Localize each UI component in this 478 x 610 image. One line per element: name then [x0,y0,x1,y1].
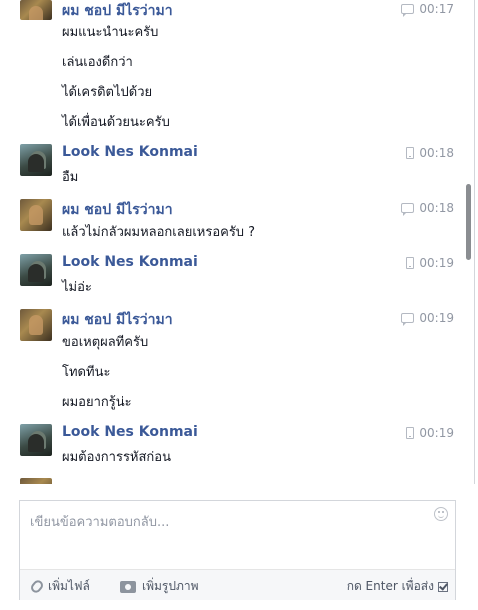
message-text: ผมอยากรู้น่ะ [62,395,132,410]
message-time: 00:18 [406,146,454,160]
sender-name[interactable]: Look Nes Konmai [62,424,198,440]
message-text: โทดทีนะ [62,365,111,380]
message-text: ผมต้องการรหัสก่อน [62,450,171,465]
press-enter-checkbox[interactable] [438,581,448,592]
avatar[interactable] [20,199,52,231]
camera-icon [120,580,136,593]
message-text: ขอเหตุผลทีครับ [62,335,149,350]
time-label: 00:19 [419,311,454,325]
message-time: 00:19 [406,256,454,270]
mobile-phone-icon [406,427,415,439]
reply-input[interactable]: เขียนข้อความตอบกลับ... [20,501,455,569]
message-text: ได้เครดิตไปด้วย [62,85,153,100]
message-time: 00:17 [401,2,454,17]
message-time: 00:19 [401,311,454,326]
avatar[interactable] [20,144,52,176]
sender-name[interactable]: ผม ชอป มีไรว่ามา [62,0,173,22]
chat-bubble-icon [401,313,415,326]
chat-bubble-icon [401,203,415,216]
add-photo-label: เพิ่มรูปภาพ [142,579,199,593]
message-text: ไม่อ่ะ [62,280,92,295]
avatar[interactable] [20,254,52,286]
message-text: อืม [62,170,79,185]
thread-scrollbar[interactable] [466,184,471,260]
chat-bubble-icon [401,4,415,17]
message-text: ผมแนะนำนะครับ [62,25,159,40]
time-label: 00:18 [419,146,454,160]
avatar[interactable] [20,478,52,484]
avatar[interactable] [20,309,52,341]
sender-name[interactable]: Look Nes Konmai [62,144,198,160]
add-photo-button[interactable]: เพิ่มรูปภาพ [120,577,199,596]
sender-name[interactable]: ผม ชอป มีไรว่ามา [62,199,173,221]
sender-name[interactable]: Look Nes Konmai [62,254,198,270]
mobile-phone-icon [406,257,415,269]
reply-placeholder: เขียนข้อความตอบกลับ... [30,515,170,530]
time-label: 00:17 [419,2,454,16]
mobile-phone-icon [406,147,415,159]
time-label: 00:19 [419,256,454,270]
composer-toolbar: เพิ่มไฟล์ เพิ่มรูปภาพ กด Enter เพื่อส่ง [20,569,455,600]
press-enter-label: กด Enter เพื่อส่ง [346,579,434,593]
smiley-icon[interactable] [434,507,448,521]
reply-composer: เขียนข้อความตอบกลับ... เพิ่มไฟล์ เพิ่มรู… [19,500,456,600]
message-text: เล่นเองดีกว่า [62,55,133,70]
message-time: 00:19 [406,426,454,440]
message-time: 00:18 [401,201,454,216]
message-text: แล้วไม่กลัวผมหลอกเลยเหรอครับ ? [62,225,256,240]
add-file-label: เพิ่มไฟล์ [48,579,90,593]
sender-name[interactable]: ผม ชอป มีไรว่ามา [62,309,173,331]
paperclip-icon [28,578,46,595]
message-text: ได้เพื่อนด้วยนะครับ [62,115,170,130]
press-enter-toggle[interactable]: กด Enter เพื่อส่ง [347,577,448,596]
message-thread[interactable]: ผม ชอป มีไรว่ามา 00:17 ผมแนะนำนะครับ เล่… [0,0,475,484]
add-file-button[interactable]: เพิ่มไฟล์ [28,577,90,596]
avatar[interactable] [20,424,52,456]
avatar[interactable] [20,0,52,20]
time-label: 00:19 [419,426,454,440]
message-group-partial [0,478,460,484]
time-label: 00:18 [419,201,454,215]
